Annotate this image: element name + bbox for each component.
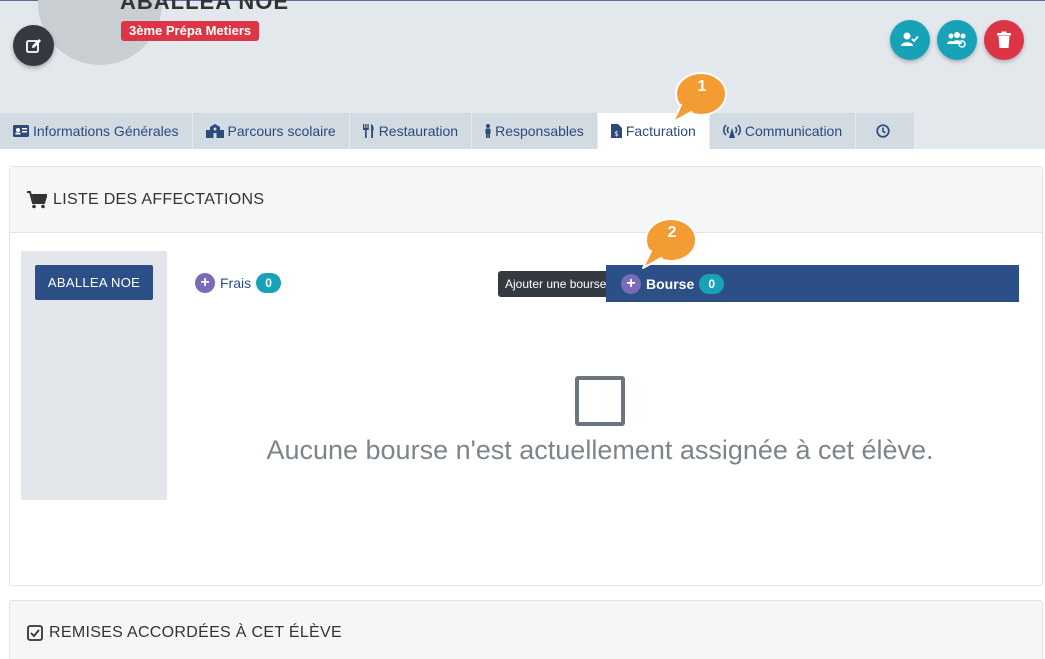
tab-history[interactable] xyxy=(856,113,916,149)
utensils-icon xyxy=(362,124,374,138)
affectations-card: LISTE DES AFFECTATIONS ABALLEA NOE + Fra… xyxy=(9,166,1043,586)
remises-header: REMISES ACCORDÉES À CET ÉLÈVE xyxy=(10,601,1042,659)
trash-icon xyxy=(997,31,1011,48)
callout-number: 2 xyxy=(667,224,677,241)
edit-icon xyxy=(25,38,41,53)
bourse-count-badge: 0 xyxy=(699,273,725,294)
callout-marker-1: 1 xyxy=(672,70,728,124)
callout-marker-2: 2 xyxy=(642,216,698,270)
bourse-label: Bourse xyxy=(646,275,695,292)
clock-icon xyxy=(876,124,890,138)
plus-icon: + xyxy=(621,273,641,294)
add-bourse-tooltip: Ajouter une bourse xyxy=(498,271,614,297)
group-settings-button[interactable] xyxy=(937,20,977,60)
empty-message: Aucune bourse n'est actuellement assigné… xyxy=(266,435,934,465)
class-badge: 3ème Prépa Metiers xyxy=(121,21,260,41)
student-select-button[interactable]: ABALLEA NOE xyxy=(35,265,153,300)
school-icon xyxy=(205,124,224,138)
affectations-title: LISTE DES AFFECTATIONS xyxy=(53,190,265,208)
tab-label: Responsables xyxy=(495,123,584,139)
student-tabs: Informations Générales Parcours scolaire… xyxy=(0,113,916,149)
tab-informations-generales[interactable]: Informations Générales xyxy=(0,113,193,149)
bourse-tab[interactable]: + Bourse 0 xyxy=(606,265,1019,302)
callout-number: 1 xyxy=(697,78,707,95)
tab-restauration[interactable]: Restauration xyxy=(349,113,473,149)
edit-button[interactable] xyxy=(13,25,54,66)
tab-label: Parcours scolaire xyxy=(227,123,336,139)
tab-label: Restauration xyxy=(378,123,459,139)
validate-user-button[interactable] xyxy=(890,20,930,60)
id-card-icon xyxy=(13,125,29,137)
tab-label: Informations Générales xyxy=(33,123,179,139)
tab-label: Facturation xyxy=(625,123,696,139)
empty-square-icon xyxy=(575,376,625,426)
frais-count-badge: 0 xyxy=(256,273,282,293)
person-icon xyxy=(485,124,491,138)
tab-label: Communication xyxy=(744,123,843,139)
broadcast-tower-icon xyxy=(722,124,741,138)
shopping-cart-icon xyxy=(27,190,47,208)
delete-button[interactable] xyxy=(984,20,1024,60)
student-name: ABALLEA NOE xyxy=(120,0,290,14)
check-square-icon xyxy=(27,625,43,641)
remises-title: REMISES ACCORDÉES À CET ÉLÈVE xyxy=(49,624,342,641)
tab-parcours-scolaire[interactable]: Parcours scolaire xyxy=(192,113,350,149)
frais-tab[interactable]: + Frais 0 xyxy=(195,273,282,293)
users-cog-icon xyxy=(947,32,966,48)
tab-communication[interactable]: Communication xyxy=(709,113,857,149)
svg-text:$: $ xyxy=(614,130,618,138)
frais-label: Frais xyxy=(220,275,252,291)
plus-icon: + xyxy=(195,273,215,293)
student-list-panel: ABALLEA NOE xyxy=(21,251,167,500)
tab-responsables[interactable]: Responsables xyxy=(472,113,598,149)
user-check-icon xyxy=(901,32,919,46)
affectations-header: LISTE DES AFFECTATIONS xyxy=(10,167,1042,233)
remises-card: REMISES ACCORDÉES À CET ÉLÈVE xyxy=(9,600,1043,659)
invoice-dollar-icon: $ xyxy=(610,124,622,138)
